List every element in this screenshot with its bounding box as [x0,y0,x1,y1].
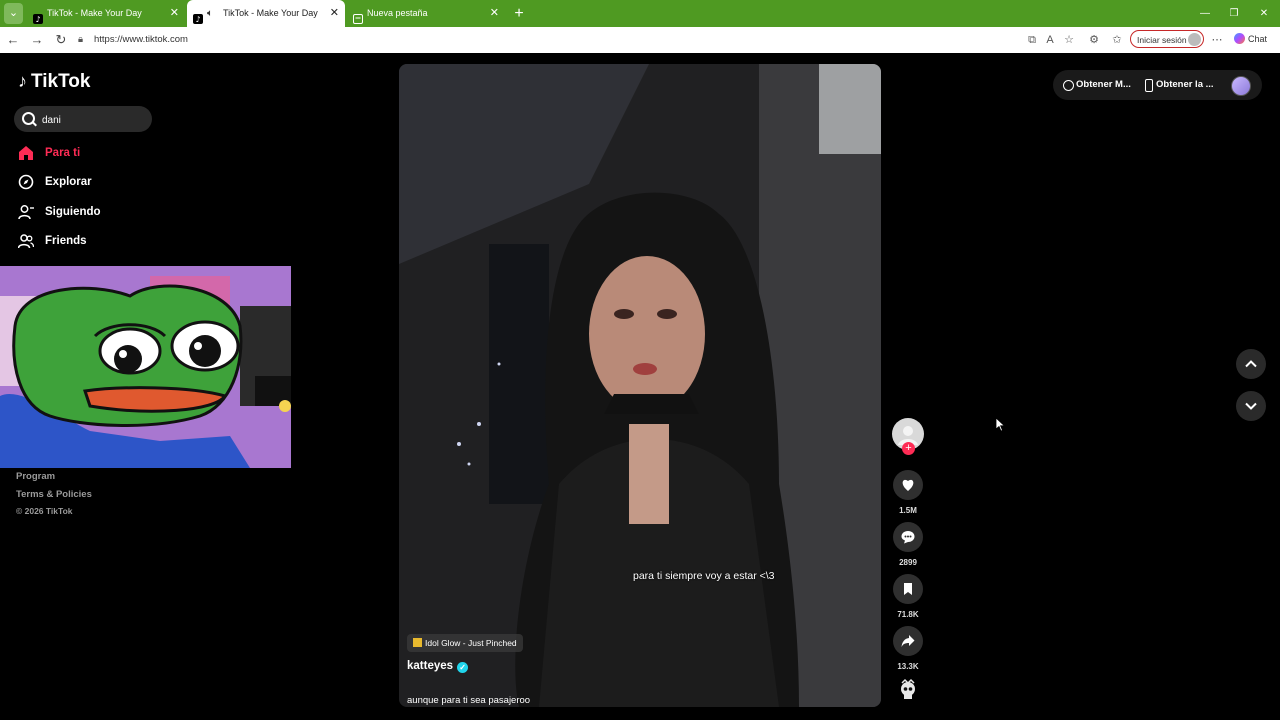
reload-icon[interactable]: ↻ [53,32,69,48]
pepe-frog-image [0,266,291,468]
video-player[interactable]: para ti siempre voy a estar <\3 Idol Glo… [399,64,881,707]
url-text: https://www.tiktok.com [94,34,188,45]
video-frame-image [399,64,881,707]
close-tab-icon[interactable]: ✕ [330,0,339,27]
tab-title: TikTok - Make Your Day [47,8,142,18]
logo-text: TikTok [31,71,91,92]
favorites-icon[interactable]: ✩ [1110,33,1124,47]
streamer-webcam-overlay [0,266,291,468]
footer-program-link[interactable]: Program [16,471,55,482]
music-title: Idol Glow - Just Pinched [425,638,517,648]
address-bar[interactable]: 🔒︎ https://www.tiktok.com [78,31,1128,49]
nav-label: Explorar [45,176,92,188]
new-tab-button[interactable]: + [509,0,529,27]
mouse-cursor-icon [995,417,1006,437]
search-input[interactable] [40,109,144,131]
verified-badge-icon: ✓ [457,662,469,673]
coins-label: Obtener M... [1076,79,1131,90]
sign-in-label: Iniciar sesión [1137,35,1187,45]
bookmark-icon [904,583,912,595]
follow-plus-button[interactable]: + [902,442,915,455]
footer-copyright: © 2026 TikTok [16,506,73,516]
nav-label: Para ti [45,147,81,159]
share-arrow-icon [901,635,915,647]
tab-new[interactable]: Nueva pestaña ✕ [347,0,505,27]
copilot-chat-button[interactable]: Chat [1234,33,1267,44]
share-count: 13.3K [897,662,919,671]
close-tab-icon[interactable]: ✕ [170,0,179,27]
tiktok-favicon-icon: ♪ [193,8,203,24]
chat-label: Chat [1248,34,1268,44]
favorite-star-icon[interactable]: ☆ [1062,33,1076,47]
extensions-icon[interactable]: ⚙ [1087,33,1101,47]
creator-avatar[interactable]: + [892,418,924,455]
site-info-icon[interactable]: 🔒︎ [78,31,88,49]
svg-text:♪: ♪ [195,15,200,24]
restore-button[interactable]: ❐ [1219,0,1249,27]
coin-icon [1063,80,1074,91]
tab-title: TikTok - Make Your Day [223,8,318,18]
page-icon [353,8,363,24]
music-disc-button[interactable] [896,678,920,702]
person-icon [18,204,34,220]
more-menu-icon[interactable]: ⋯ [1210,33,1224,47]
comment-count: 2899 [899,558,917,567]
like-button[interactable] [893,470,923,500]
tiktok-logo[interactable]: ♪ TikTok [18,71,90,95]
music-note-icon [413,638,422,647]
tab-tiktok-1[interactable]: ♪ TikTok - Make Your Day ✕ [27,0,185,27]
get-app-label: Obtener la ... [1156,79,1214,90]
compass-icon [18,174,34,190]
video-overlay-caption: para ti siempre voy a estar <\3 [633,570,775,582]
comment-button[interactable] [893,522,923,552]
nav-label: Siguiendo [45,206,101,218]
user-avatar[interactable] [1231,76,1251,96]
video-description: aunque para ti sea pasajeroo [407,695,531,706]
speaker-icon[interactable]: 🔈︎ [207,0,213,27]
save-count: 71.8K [897,610,919,619]
heart-icon [902,479,914,491]
coins-button[interactable]: Obtener M... [1053,70,1139,100]
get-app-button[interactable]: Obtener la ... [1141,70,1221,100]
footer-terms-link[interactable]: Terms & Policies [16,489,92,500]
previous-video-button[interactable] [1236,349,1266,379]
copilot-icon [1234,33,1245,44]
close-tab-icon[interactable]: ✕ [490,0,499,27]
translate-icon[interactable]: A [1043,33,1057,47]
top-actions-bar: Obtener M... Obtener la ... [1053,70,1262,100]
music-tag[interactable]: Idol Glow - Just Pinched [407,634,523,652]
home-icon [18,145,34,161]
next-video-button[interactable] [1236,391,1266,421]
back-arrow-icon[interactable]: ← [5,32,21,48]
author-name: katteyes [407,660,454,672]
profile-avatar-icon [1188,33,1201,46]
chevron-down-icon [1245,402,1257,410]
nav-label: Friends [45,235,87,247]
sign-in-button[interactable]: Iniciar sesión [1130,30,1204,48]
share-button[interactable] [893,626,923,656]
video-author[interactable]: katteyes ✓ [407,660,469,673]
svg-text:♪: ♪ [35,15,40,24]
skull-disc-icon [901,678,915,699]
phone-icon [1145,79,1153,92]
tab-title: Nueva pestaña [367,8,428,18]
like-count: 1.5M [899,506,917,515]
tab-actions-button[interactable]: ⌄ [4,3,23,24]
chevron-up-icon [1245,360,1257,368]
tab-tiktok-2[interactable]: ♪ 🔈︎ TikTok - Make Your Day ✕ [187,0,345,27]
save-button[interactable] [893,574,923,604]
tiktok-page: ♪TikTok Para ti Explorar Siguiendo Frien… [0,53,1280,720]
address-toolbar: ← → ↻ 🔒︎ https://www.tiktok.com ⧉ A ☆ ⚙ ✩… [0,27,1280,54]
friends-icon [17,233,35,249]
tiktok-favicon-icon: ♪ [33,8,43,24]
forward-arrow-icon[interactable]: → [29,32,45,48]
close-window-button[interactable]: ✕ [1249,0,1279,27]
tiktok-note-icon: ♪ [18,71,27,91]
open-in-app-icon[interactable]: ⧉ [1025,33,1039,47]
minimize-button[interactable]: — [1190,0,1220,27]
search-box[interactable] [14,106,152,132]
browser-titlebar: ⌄ ♪ TikTok - Make Your Day ✕ ♪ 🔈︎ TikTok… [0,0,1280,27]
comment-icon [901,531,915,544]
search-icon [22,112,35,125]
